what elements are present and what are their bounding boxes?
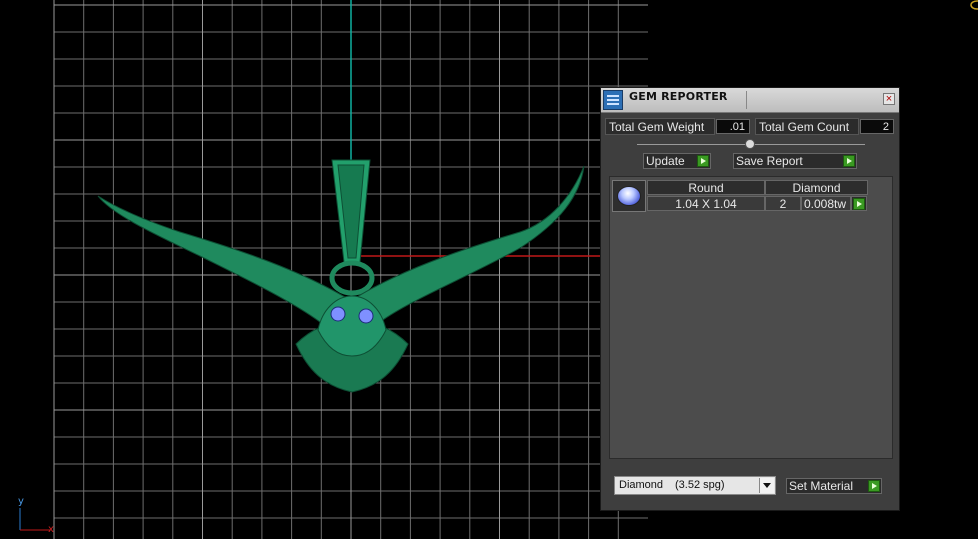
row-go-button[interactable] — [851, 196, 867, 211]
set-material-button[interactable]: Set Material — [786, 478, 882, 494]
gem-reporter-panel: GEM REPORTER × Total Gem Weight .01 Tota… — [600, 87, 900, 511]
material-spg: (3.52 spg) — [675, 479, 725, 491]
round-gem-icon — [617, 186, 641, 206]
left-eye-gem — [330, 306, 346, 322]
axis-x-label: x — [48, 524, 54, 535]
gem-weight-cell: 0.008tw — [801, 196, 851, 211]
material-name: Diamond — [619, 479, 664, 491]
play-arrow-icon — [868, 480, 880, 492]
save-report-button[interactable]: Save Report — [733, 153, 857, 169]
set-material-button-label: Set Material — [789, 479, 854, 493]
play-arrow-icon — [697, 155, 709, 167]
gem-shape-header: Round — [647, 180, 765, 195]
play-arrow-icon — [843, 155, 855, 167]
gem-material-header: Diamond — [765, 180, 868, 195]
gem-count-cell: 2 — [765, 196, 801, 211]
close-icon[interactable]: × — [883, 93, 895, 105]
update-button-label: Update — [646, 154, 685, 168]
gem-list: Round Diamond 1.04 X 1.04 2 0.008tw — [609, 176, 893, 459]
axis-y-label: y — [18, 496, 24, 507]
round-gem-thumbnail[interactable] — [612, 180, 646, 212]
gem-size-cell: 1.04 X 1.04 — [647, 196, 765, 211]
corner-marker-icon — [970, 0, 978, 10]
right-eye-gem — [358, 308, 374, 324]
update-button[interactable]: Update — [643, 153, 711, 169]
gem-reporter-app-icon — [603, 90, 623, 110]
panel-titlebar[interactable]: GEM REPORTER × — [601, 88, 899, 113]
material-dropdown[interactable]: Diamond (3.52 spg) — [614, 476, 776, 495]
title-separator — [746, 91, 747, 109]
save-report-button-label: Save Report — [736, 154, 803, 168]
total-gem-weight-value: .01 — [716, 119, 750, 134]
panel-title: GEM REPORTER — [629, 90, 728, 103]
size-slider-thumb[interactable] — [745, 139, 755, 149]
total-gem-count-value: 2 — [860, 119, 894, 134]
total-gem-weight-label: Total Gem Weight — [605, 118, 715, 135]
eagle-pendant-model — [97, 159, 585, 393]
total-gem-count-label: Total Gem Count — [755, 118, 859, 135]
play-arrow-icon — [853, 198, 865, 210]
chevron-down-icon[interactable] — [759, 478, 774, 493]
